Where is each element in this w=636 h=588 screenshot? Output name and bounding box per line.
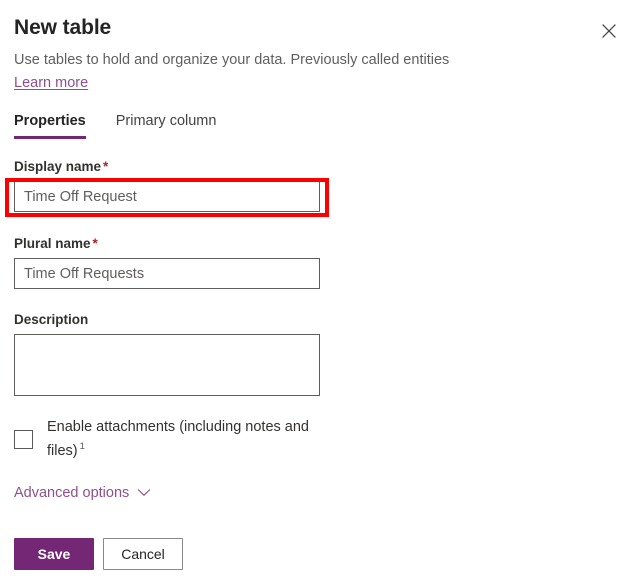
plural-name-input[interactable] xyxy=(14,258,320,289)
description-textarea[interactable] xyxy=(14,334,320,396)
page-title: New table xyxy=(14,14,622,42)
plural-name-field: Plural name* xyxy=(14,235,320,289)
enable-attachments-label-text: Enable attachments (including notes and … xyxy=(47,419,309,459)
panel-subtitle: Use tables to hold and organize your dat… xyxy=(14,50,622,70)
spacer xyxy=(14,289,320,311)
display-name-label: Display name* xyxy=(14,158,320,176)
plural-name-label-text: Plural name xyxy=(14,236,91,251)
enable-attachments-row[interactable]: Enable attachments (including notes and … xyxy=(14,418,320,461)
chevron-down-icon xyxy=(137,488,151,497)
description-label: Description xyxy=(14,311,320,329)
advanced-options-toggle[interactable]: Advanced options xyxy=(14,484,151,502)
tab-primary-column-label: Primary column xyxy=(116,113,217,129)
description-field: Description xyxy=(14,311,320,396)
panel-footer: Save Cancel xyxy=(14,538,183,570)
cancel-button[interactable]: Cancel xyxy=(103,538,183,570)
enable-attachments-checkbox[interactable] xyxy=(14,430,33,449)
display-name-label-text: Display name xyxy=(14,159,101,174)
close-button[interactable] xyxy=(594,16,624,46)
tab-list: Properties Primary column xyxy=(14,112,246,139)
new-table-panel: New table Use tables to hold and organiz… xyxy=(0,0,636,588)
tab-properties[interactable]: Properties xyxy=(14,112,100,139)
footnote-marker: 1 xyxy=(80,441,85,452)
display-name-required-marker: * xyxy=(103,159,108,174)
learn-more-link[interactable]: Learn more xyxy=(14,73,88,93)
enable-attachments-label[interactable]: Enable attachments (including notes and … xyxy=(47,418,320,461)
panel-header: New table Use tables to hold and organiz… xyxy=(14,14,622,93)
advanced-options-label: Advanced options xyxy=(14,484,129,502)
plural-name-label: Plural name* xyxy=(14,235,320,253)
tab-primary-column[interactable]: Primary column xyxy=(116,112,231,139)
tab-properties-label: Properties xyxy=(14,113,86,129)
plural-name-required-marker: * xyxy=(93,236,98,251)
close-icon xyxy=(601,23,617,39)
table-properties-form: Display name* Plural name* Description E… xyxy=(14,158,320,502)
display-name-field: Display name* xyxy=(14,158,320,212)
spacer xyxy=(14,212,320,235)
display-name-input[interactable] xyxy=(14,181,320,212)
save-button[interactable]: Save xyxy=(14,538,94,570)
